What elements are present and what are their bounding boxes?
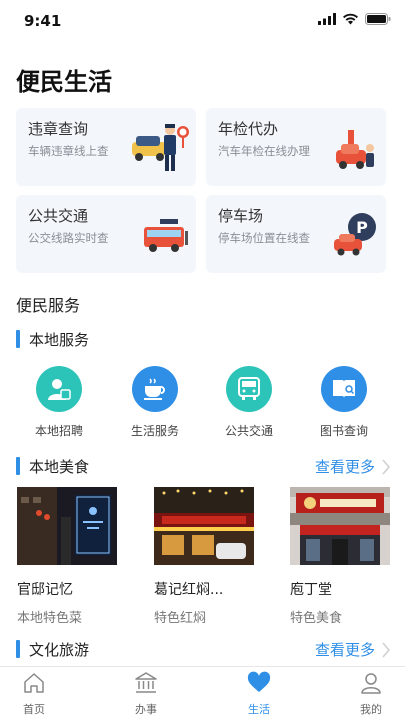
food-name: 庖丁堂 xyxy=(290,582,332,598)
more-label: 查看更多 xyxy=(314,458,375,476)
status-bar: 9:41 xyxy=(0,0,405,44)
card-title: 年检代办 xyxy=(218,120,279,138)
signal-icon xyxy=(318,13,336,25)
local-services-heading: 本地服务 xyxy=(16,329,89,349)
tab-label: 我的 xyxy=(360,703,382,716)
heading-bar xyxy=(16,457,20,475)
card-title: 违章查询 xyxy=(28,120,89,138)
service-label: 本地招聘 xyxy=(34,424,83,438)
parking-icon: P xyxy=(334,213,376,256)
recruit-icon xyxy=(48,379,71,400)
wifi-icon xyxy=(343,13,358,25)
chevron-right-icon xyxy=(382,641,391,658)
service-label: 图书查询 xyxy=(319,424,368,438)
heading-label: 本地美食 xyxy=(29,457,90,476)
food-subtitle: 特色红焖 xyxy=(154,611,207,626)
heart-icon xyxy=(247,671,271,692)
food-subtitle: 本地特色菜 xyxy=(17,611,83,626)
food-item[interactable]: 官邸记忆 本地特色菜 xyxy=(17,487,119,626)
car-inspection-icon xyxy=(336,130,374,169)
card-parking[interactable]: 停车场 停车场位置在线查 P xyxy=(206,195,386,273)
card-annual-inspection[interactable]: 年检代办 汽车年检在线办理 xyxy=(206,108,386,186)
service-icon-bg xyxy=(321,366,367,412)
home-icon xyxy=(24,673,44,693)
card-violation-query[interactable]: 违章查询 车辆违章线上查 xyxy=(16,108,196,186)
card-public-transport[interactable]: 公共交通 公交线路实时查 xyxy=(16,195,196,273)
card-subtitle: 公交线路实时查 xyxy=(28,231,109,245)
local-food-more-link[interactable]: 查看更多 xyxy=(315,456,391,477)
service-icon-bg xyxy=(36,366,82,412)
user-icon xyxy=(361,673,381,694)
tab-label: 生活 xyxy=(248,703,270,716)
bus-icon xyxy=(144,219,188,252)
card-subtitle: 汽车年检在线办理 xyxy=(218,144,310,158)
traffic-police-icon xyxy=(132,124,189,171)
service-label: 生活服务 xyxy=(130,424,179,438)
food-photo xyxy=(17,487,117,565)
heading-label: 本地服务 xyxy=(29,330,90,349)
card-subtitle: 车辆违章线上查 xyxy=(28,144,109,158)
heading-bar xyxy=(16,330,20,348)
section-title: 便民服务 xyxy=(16,296,81,315)
card-subtitle: 停车场位置在线查 xyxy=(218,231,310,245)
heading-bar xyxy=(16,640,20,658)
food-name: 官邸记忆 xyxy=(17,582,73,598)
service-recruit[interactable]: 本地招聘 xyxy=(14,366,104,439)
tab-label: 首页 xyxy=(23,703,45,716)
heading-label: 文化旅游 xyxy=(29,640,90,659)
service-icon-bg xyxy=(226,366,272,412)
government-icon xyxy=(135,672,157,693)
card-title: 停车场 xyxy=(218,207,264,225)
status-icons xyxy=(318,13,391,25)
status-time: 9:41 xyxy=(24,12,62,30)
book-search-icon xyxy=(333,380,355,398)
service-icon-bg xyxy=(132,366,178,412)
food-name: 葛记红焖... xyxy=(154,582,224,598)
tab-home[interactable]: 首页 xyxy=(0,671,74,717)
tab-life[interactable]: 生活 xyxy=(219,671,299,717)
culture-more-link[interactable]: 查看更多 xyxy=(315,639,391,660)
bus-icon xyxy=(238,377,260,400)
tab-bar: 首页 办事 生活 我的 xyxy=(0,666,405,720)
service-life[interactable]: 生活服务 xyxy=(110,366,200,439)
more-label: 查看更多 xyxy=(314,641,375,659)
food-photo xyxy=(154,487,254,565)
food-subtitle: 特色美食 xyxy=(290,611,343,626)
svg-text:P: P xyxy=(356,218,368,237)
page-title: 便民生活 xyxy=(16,68,112,96)
coffee-cup-icon xyxy=(144,378,165,400)
tab-affairs[interactable]: 办事 xyxy=(106,671,186,717)
service-book-search[interactable]: 图书查询 xyxy=(299,366,389,439)
card-title: 公共交通 xyxy=(28,207,89,225)
tab-mine[interactable]: 我的 xyxy=(331,671,405,717)
food-item[interactable]: 庖丁堂 特色美食 xyxy=(290,487,392,626)
food-item[interactable]: 葛记红焖... 特色红焖 xyxy=(154,487,256,626)
tab-label: 办事 xyxy=(135,703,157,716)
culture-heading: 文化旅游 xyxy=(16,639,89,659)
local-food-heading: 本地美食 xyxy=(16,456,89,476)
chevron-right-icon xyxy=(382,458,391,475)
food-photo xyxy=(290,487,390,565)
service-public-transport[interactable]: 公共交通 xyxy=(204,366,294,439)
battery-icon xyxy=(365,13,391,25)
service-label: 公共交通 xyxy=(224,424,273,438)
